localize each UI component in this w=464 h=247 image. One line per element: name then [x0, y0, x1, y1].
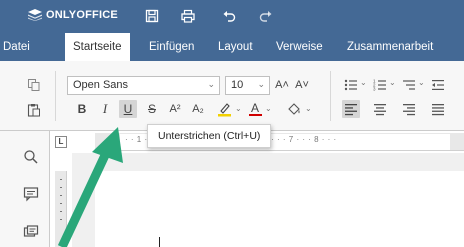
tab-stop-selector[interactable]: L: [55, 136, 67, 148]
increase-font-button[interactable]: A˄: [274, 76, 290, 94]
chat-icon[interactable]: [23, 225, 41, 243]
chevron-down-icon: ⌄: [257, 79, 265, 89]
chevron-down-icon: ⌄: [265, 104, 272, 113]
underline-tooltip: Unterstrichen (Ctrl+U): [147, 124, 272, 148]
title-bar: ONLYOFFICE: [0, 0, 464, 33]
menu-startseite[interactable]: Startseite: [65, 33, 130, 61]
numbered-list-icon[interactable]: 123: [371, 76, 389, 94]
decrease-font-button[interactable]: A˅: [294, 76, 310, 94]
vertical-ruler[interactable]: [55, 171, 67, 247]
comments-icon[interactable]: [23, 186, 41, 204]
left-sidebar: [0, 131, 50, 247]
chevron-down-icon: ⌄: [207, 79, 215, 89]
highlight-color-button[interactable]: [216, 100, 234, 118]
home-toolbar: Open Sans ⌄ 10 ⌄ A˄ A˅ B I U S A² A₂ ⌄ A…: [0, 61, 464, 131]
font-size-value: 10: [231, 79, 244, 91]
font-color-button[interactable]: A: [246, 100, 264, 118]
chevron-down-icon: ⌄: [360, 78, 367, 87]
undo-icon[interactable]: [222, 9, 236, 23]
menu-zusammenarbeit[interactable]: Zusammenarbeit: [347, 41, 433, 53]
search-icon[interactable]: [23, 149, 41, 167]
svg-text:3: 3: [373, 87, 376, 92]
subscript-button[interactable]: A₂: [189, 100, 207, 118]
paint-bucket-icon: [288, 103, 300, 115]
app-logo: ONLYOFFICE: [28, 9, 118, 21]
chevron-down-icon: ⌄: [305, 104, 312, 113]
ruler-tick: [60, 187, 62, 188]
chevron-down-icon: ⌄: [235, 104, 242, 113]
paragraph-shading-button[interactable]: [285, 100, 303, 118]
font-color-letter: A: [250, 100, 259, 115]
paste-icon[interactable]: [25, 101, 43, 119]
toolbar-separator: [330, 71, 331, 121]
copy-icon[interactable]: [25, 76, 43, 94]
ruler-tick: [60, 179, 62, 180]
toolbar-separator: [55, 71, 56, 121]
menu-einfuegen[interactable]: Einfügen: [149, 41, 194, 53]
text-cursor: [159, 237, 160, 247]
document-area: [72, 153, 464, 247]
font-name-combo[interactable]: Open Sans ⌄: [67, 76, 220, 95]
strikethrough-button[interactable]: S: [143, 100, 161, 118]
align-left-icon[interactable]: [342, 100, 360, 118]
bold-button[interactable]: B: [73, 100, 91, 118]
onlyoffice-logo-icon: [28, 9, 42, 21]
font-color-swatch: [248, 113, 262, 117]
bullet-list-icon[interactable]: [342, 76, 360, 94]
ruler-tick: [60, 195, 62, 196]
save-icon[interactable]: [145, 9, 159, 23]
decrease-indent-icon[interactable]: [429, 76, 447, 94]
ruler-tick: [60, 219, 62, 220]
underline-button[interactable]: U: [119, 100, 137, 118]
print-icon[interactable]: [181, 9, 195, 23]
font-size-combo[interactable]: 10 ⌄: [225, 76, 270, 95]
menu-verweise[interactable]: Verweise: [276, 41, 323, 53]
align-center-icon[interactable]: [371, 100, 389, 118]
redo-icon[interactable]: [259, 9, 273, 23]
chevron-down-icon: ⌄: [389, 78, 396, 87]
multilevel-list-icon[interactable]: [400, 76, 418, 94]
document-page[interactable]: [95, 171, 464, 247]
ruler-tick: [60, 211, 62, 212]
menu-datei[interactable]: Datei: [3, 41, 30, 53]
menu-layout[interactable]: Layout: [218, 41, 253, 53]
superscript-button[interactable]: A²: [166, 100, 184, 118]
align-justify-icon[interactable]: [429, 100, 447, 118]
ruler-tick: [60, 203, 62, 204]
italic-button[interactable]: I: [96, 100, 114, 118]
menu-bar: Datei Startseite Einfügen Layout Verweis…: [0, 33, 464, 61]
app-logo-text: ONLYOFFICE: [46, 9, 118, 21]
chevron-down-icon: ⌄: [418, 78, 425, 87]
highlighter-icon: [218, 103, 231, 117]
align-right-icon[interactable]: [400, 100, 418, 118]
font-name-value: Open Sans: [73, 79, 129, 91]
